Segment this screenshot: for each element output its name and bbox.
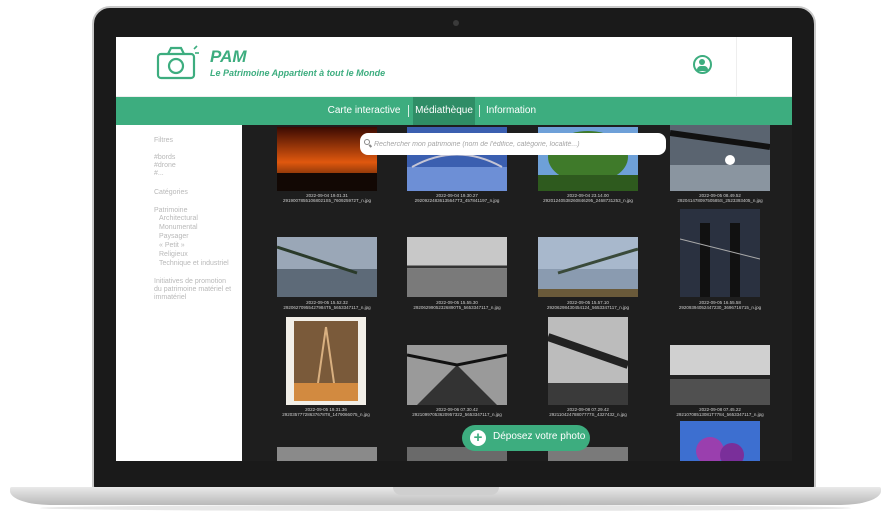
photo-card[interactable] bbox=[406, 345, 508, 405]
photo-card[interactable] bbox=[276, 237, 377, 297]
bridge-photo bbox=[277, 447, 377, 461]
bridge-photo bbox=[538, 237, 639, 297]
river-photo bbox=[670, 345, 770, 405]
bridge-silhouette-photo bbox=[669, 125, 771, 191]
account-icon[interactable] bbox=[693, 55, 712, 74]
search-input[interactable] bbox=[374, 133, 662, 155]
plus-icon: + bbox=[470, 430, 486, 446]
photo-caption: 2022-09-06 07.30.42 29210997053620957322_… bbox=[412, 407, 502, 417]
header: PAM Le Patrimoine Appartient à tout le M… bbox=[116, 37, 792, 97]
initiatives-line-2[interactable]: du patrimoine matériel et bbox=[154, 286, 231, 293]
photo-card[interactable] bbox=[538, 237, 639, 297]
photo-card[interactable] bbox=[277, 447, 377, 461]
photo-caption: 2022-09-05 15.55.30 29206299052326890T5_5… bbox=[413, 300, 501, 310]
laptop-notch bbox=[393, 487, 499, 495]
flowers-photo bbox=[680, 421, 760, 461]
app-tagline: Le Patrimoine Appartient à tout le Monde bbox=[210, 68, 386, 78]
nav-divider bbox=[408, 105, 409, 117]
app-name[interactable]: PAM bbox=[210, 47, 247, 67]
photo-gallery: 2022-09-04 19.01.3129190078551068021S5_7… bbox=[242, 125, 792, 461]
tag-bords[interactable]: #bords bbox=[154, 154, 175, 161]
photo-card[interactable] bbox=[669, 125, 771, 191]
header-divider bbox=[736, 37, 737, 97]
tag-more[interactable]: #... bbox=[154, 170, 164, 177]
filter-sidebar: Filtres #bords #drone #... Catégories Pa… bbox=[116, 125, 242, 461]
initiatives-line-3[interactable]: immatériel bbox=[154, 294, 186, 301]
nav-divider bbox=[479, 105, 480, 117]
upload-photo-button[interactable]: + Déposez votre photo bbox=[462, 425, 590, 451]
photo-caption: 2022-09-05 19.31.36 29203577728637678T8_1… bbox=[282, 407, 370, 417]
photo-card[interactable] bbox=[670, 345, 770, 405]
photo-card[interactable] bbox=[546, 317, 630, 405]
photo-caption: 2022-09-08 07.45.22 29210708513081T7784_5… bbox=[676, 407, 764, 417]
photo-card[interactable] bbox=[286, 317, 366, 405]
tower-photo bbox=[286, 317, 366, 405]
photo-caption: 2022-09-05 16.55.58 29209394052447230_369… bbox=[678, 300, 762, 310]
search-icon bbox=[364, 139, 370, 145]
category-petit[interactable]: « Petit » bbox=[159, 242, 185, 249]
photo-caption: 2022-09-05 15.52.32 29206270955427984T5_5… bbox=[283, 300, 371, 310]
photo-card[interactable] bbox=[679, 209, 761, 297]
main-nav: Carte interactive Médiathèque Informatio… bbox=[116, 97, 792, 125]
category-technique[interactable]: Technique et industriel bbox=[159, 260, 229, 267]
bridge-photo bbox=[546, 317, 630, 405]
photo-card[interactable] bbox=[680, 421, 760, 461]
bridge-photo bbox=[407, 237, 507, 297]
initiatives-line-1[interactable]: Initiatives de promotion bbox=[154, 278, 226, 285]
photo-card[interactable] bbox=[407, 237, 507, 297]
photo-caption: 2022-09-05 15.57.10 29206298430454124_565… bbox=[546, 300, 629, 310]
filters-heading: Filtres bbox=[154, 137, 174, 144]
nav-information[interactable]: Information bbox=[484, 97, 538, 125]
category-monumental[interactable]: Monumental bbox=[159, 224, 198, 231]
nav-carte-interactive[interactable]: Carte interactive bbox=[324, 97, 404, 125]
categories-heading: Catégories bbox=[154, 189, 188, 196]
photo-caption: 2022-09-04 23.14.00 29201240538260846295_… bbox=[543, 193, 633, 203]
category-architectural[interactable]: Architectural bbox=[159, 215, 198, 222]
category-religieux[interactable]: Religieux bbox=[159, 251, 188, 258]
photo-caption: 2022-09-05 08.49.52 29204147809750585S_25… bbox=[677, 193, 763, 203]
category-patrimoine[interactable]: Patrimoine bbox=[154, 207, 187, 214]
tag-drone[interactable]: #drone bbox=[154, 162, 176, 169]
photo-caption: 2022-09-04 19.01.31 29190078551068021S5_7… bbox=[282, 193, 372, 203]
camera-logo-icon[interactable] bbox=[156, 45, 200, 81]
suspension-bridge-photo bbox=[679, 209, 761, 297]
photo-caption: 2022-09-08 07.29.42 29211042478807777S_43… bbox=[549, 407, 627, 417]
screen: PAM Le Patrimoine Appartient à tout le M… bbox=[116, 37, 792, 461]
webcam bbox=[453, 20, 459, 26]
photo-caption: 2022-09-04 19.30.27 29209224836135647T3_4… bbox=[414, 193, 500, 203]
category-paysager[interactable]: Paysager bbox=[159, 233, 189, 240]
laptop-shadow bbox=[40, 505, 851, 511]
upload-photo-label: Déposez votre photo bbox=[493, 431, 586, 442]
bridge-road-photo bbox=[406, 345, 508, 405]
search-bar bbox=[360, 133, 666, 155]
nav-mediatheque[interactable]: Médiathèque bbox=[413, 97, 475, 125]
bridge-photo bbox=[276, 237, 377, 297]
